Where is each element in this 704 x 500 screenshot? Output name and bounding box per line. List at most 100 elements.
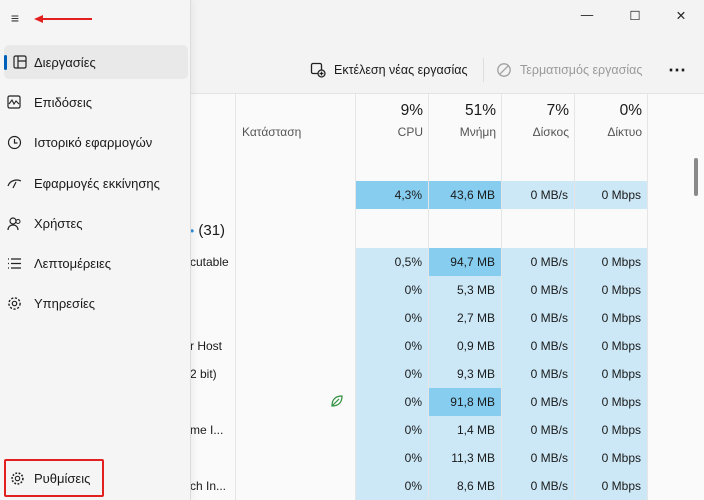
nav-item-label: Διεργασίες	[34, 54, 96, 70]
nav-item-label: Επιδόσεις	[34, 94, 92, 110]
network-cell: 0 Mbps	[601, 283, 641, 297]
column-divider	[647, 94, 648, 500]
nav-item-services[interactable]: Υπηρεσίες	[4, 286, 188, 320]
memory-cell: 11,3 MB	[451, 451, 495, 465]
disk-cell: 0 MB/s	[530, 367, 568, 381]
cpu-header-label[interactable]: CPU	[356, 125, 423, 139]
cpu-cell: 0%	[404, 283, 422, 297]
network-cell: 0 Mbps	[575, 181, 647, 209]
table-row[interactable]: 0% 5,3 MB 0 MB/s 0 Mbps	[190, 276, 647, 304]
toolbar: Εκτέλεση νέας εργασίας Τερματισμός εργασ…	[190, 50, 704, 90]
menu-button[interactable]: ≡	[6, 8, 24, 28]
process-name: me I...	[190, 423, 224, 437]
network-cell: 0 Mbps	[601, 451, 641, 465]
nav-item-performance[interactable]: Επιδόσεις	[4, 85, 188, 119]
nav-item-app-history[interactable]: Ιστορικό εφαρμογών	[4, 125, 188, 159]
nav-item-label: Ιστορικό εφαρμογών	[34, 134, 153, 150]
cpu-cell: 0%	[404, 423, 422, 437]
memory-header-percent[interactable]: 51%	[429, 102, 496, 120]
disk-cell: 0 MB/s	[530, 283, 568, 297]
end-task-label: Τερματισμός εργασίας	[520, 63, 643, 77]
memory-cell: 2,7 MB	[456, 311, 495, 325]
services-icon	[6, 295, 22, 311]
memory-cell: 9,3 MB	[456, 367, 495, 381]
table-row[interactable]: ch In... 0% 8,6 MB 0 MB/s 0 Mbps	[190, 472, 647, 500]
network-cell: 0 Mbps	[601, 479, 641, 493]
cpu-cell: 0%	[404, 395, 422, 409]
memory-cell: 94,7 MB	[429, 248, 501, 276]
nav-item-label: Χρήστες	[34, 215, 83, 231]
table-row[interactable]: r Host 0% 0,9 MB 0 MB/s 0 Mbps	[190, 332, 647, 360]
memory-header-label[interactable]: Μνήμη	[429, 125, 496, 139]
minimize-button[interactable]: —	[564, 0, 610, 30]
maximize-button[interactable]: ☐	[612, 0, 658, 30]
cpu-cell: 0%	[404, 451, 422, 465]
memory-cell: 8,6 MB	[456, 479, 495, 493]
disk-header-percent[interactable]: 7%	[502, 102, 569, 120]
network-header-label[interactable]: Δίκτυο	[575, 125, 642, 139]
active-indicator	[4, 55, 7, 70]
end-task-button[interactable]: Τερματισμός εργασίας	[496, 50, 642, 90]
memory-cell: 0,9 MB	[456, 339, 495, 353]
nav-item-label: Λεπτομέρειες	[34, 255, 112, 271]
run-new-task-label: Εκτέλεση νέας εργασίας	[334, 63, 468, 77]
memory-cell: 1,4 MB	[456, 423, 495, 437]
table-row[interactable]: 0% 11,3 MB 0 MB/s 0 Mbps	[190, 444, 647, 472]
network-cell: 0 Mbps	[601, 311, 641, 325]
group-count: (31)	[198, 222, 226, 239]
process-name: r Host	[190, 339, 223, 353]
cpu-cell: 0%	[404, 479, 422, 493]
memory-cell: 5,3 MB	[456, 283, 495, 297]
navigation-pane: ≡ Διεργασίες Επιδόσεις Ιστορικό εφαρμογώ…	[0, 0, 191, 500]
nav-item-startup-apps[interactable]: Εφαρμογές εκκίνησης	[4, 166, 188, 200]
nav-item-details[interactable]: Λεπτομέρειες	[4, 246, 188, 280]
maximize-icon: ☐	[629, 8, 641, 23]
table-row[interactable]: 0% 91,8 MB 0 MB/s 0 Mbps	[190, 388, 647, 416]
process-name: 2 bit)	[190, 367, 217, 381]
network-cell: 0 Mbps	[601, 367, 641, 381]
disk-cell: 0 MB/s	[530, 479, 568, 493]
process-name: ch In...	[190, 479, 227, 493]
users-icon	[6, 215, 22, 231]
table-row[interactable]: 0% 2,7 MB 0 MB/s 0 Mbps	[190, 304, 647, 332]
history-icon	[6, 134, 22, 150]
network-cell: 0 Mbps	[601, 339, 641, 353]
cpu-cell: 0%	[404, 367, 422, 381]
table-row[interactable]: 2 bit) 0% 9,3 MB 0 MB/s 0 Mbps	[190, 360, 647, 388]
processes-icon	[12, 54, 28, 70]
group-header[interactable]: • (31)	[190, 222, 225, 239]
efficiency-mode-leaf-icon	[331, 395, 343, 407]
status-column-header[interactable]: Κατάσταση	[242, 125, 301, 139]
process-table: Κατάσταση 9% CPU 51% Μνήμη 7% Δίσκος 0% …	[190, 93, 704, 500]
minimize-icon: —	[580, 8, 594, 22]
hamburger-icon: ≡	[10, 10, 20, 26]
disk-cell: 0 MB/s	[530, 339, 568, 353]
nav-item-users[interactable]: Χρήστες	[4, 206, 188, 240]
memory-cell: 43,6 MB	[429, 181, 501, 209]
disk-header-label[interactable]: Δίσκος	[502, 125, 569, 139]
cpu-cell: 0,5%	[394, 255, 422, 269]
disk-cell: 0 MB/s	[530, 311, 568, 325]
vertical-scrollbar[interactable]	[694, 158, 698, 196]
startup-icon	[6, 175, 22, 191]
details-icon	[6, 255, 22, 271]
run-new-task-button[interactable]: Εκτέλεση νέας εργασίας	[310, 50, 468, 90]
close-button[interactable]: ✕	[658, 0, 704, 30]
network-cell: 0 Mbps	[601, 395, 641, 409]
network-header-percent[interactable]: 0%	[575, 102, 642, 120]
network-cell: 0 Mbps	[601, 255, 641, 269]
cpu-header-percent[interactable]: 9%	[356, 102, 423, 120]
table-row[interactable]: me I... 0% 1,4 MB 0 MB/s 0 Mbps	[190, 416, 647, 444]
disk-cell: 0 MB/s	[530, 255, 568, 269]
more-options-button[interactable]: ⋯	[668, 50, 686, 90]
cpu-cell: 4,3%	[356, 181, 428, 209]
nav-item-label: Υπηρεσίες	[34, 295, 96, 311]
toolbar-divider	[483, 58, 484, 82]
performance-icon	[6, 94, 22, 110]
disk-cell: 0 MB/s	[530, 395, 568, 409]
cpu-cell: 0%	[404, 311, 422, 325]
nav-item-processes[interactable]: Διεργασίες	[4, 45, 188, 79]
settings-highlight-annotation	[4, 459, 104, 497]
table-row[interactable]: cutable 0,5% 94,7 MB 0 MB/s 0 Mbps	[190, 248, 647, 276]
process-name: cutable	[190, 255, 229, 269]
